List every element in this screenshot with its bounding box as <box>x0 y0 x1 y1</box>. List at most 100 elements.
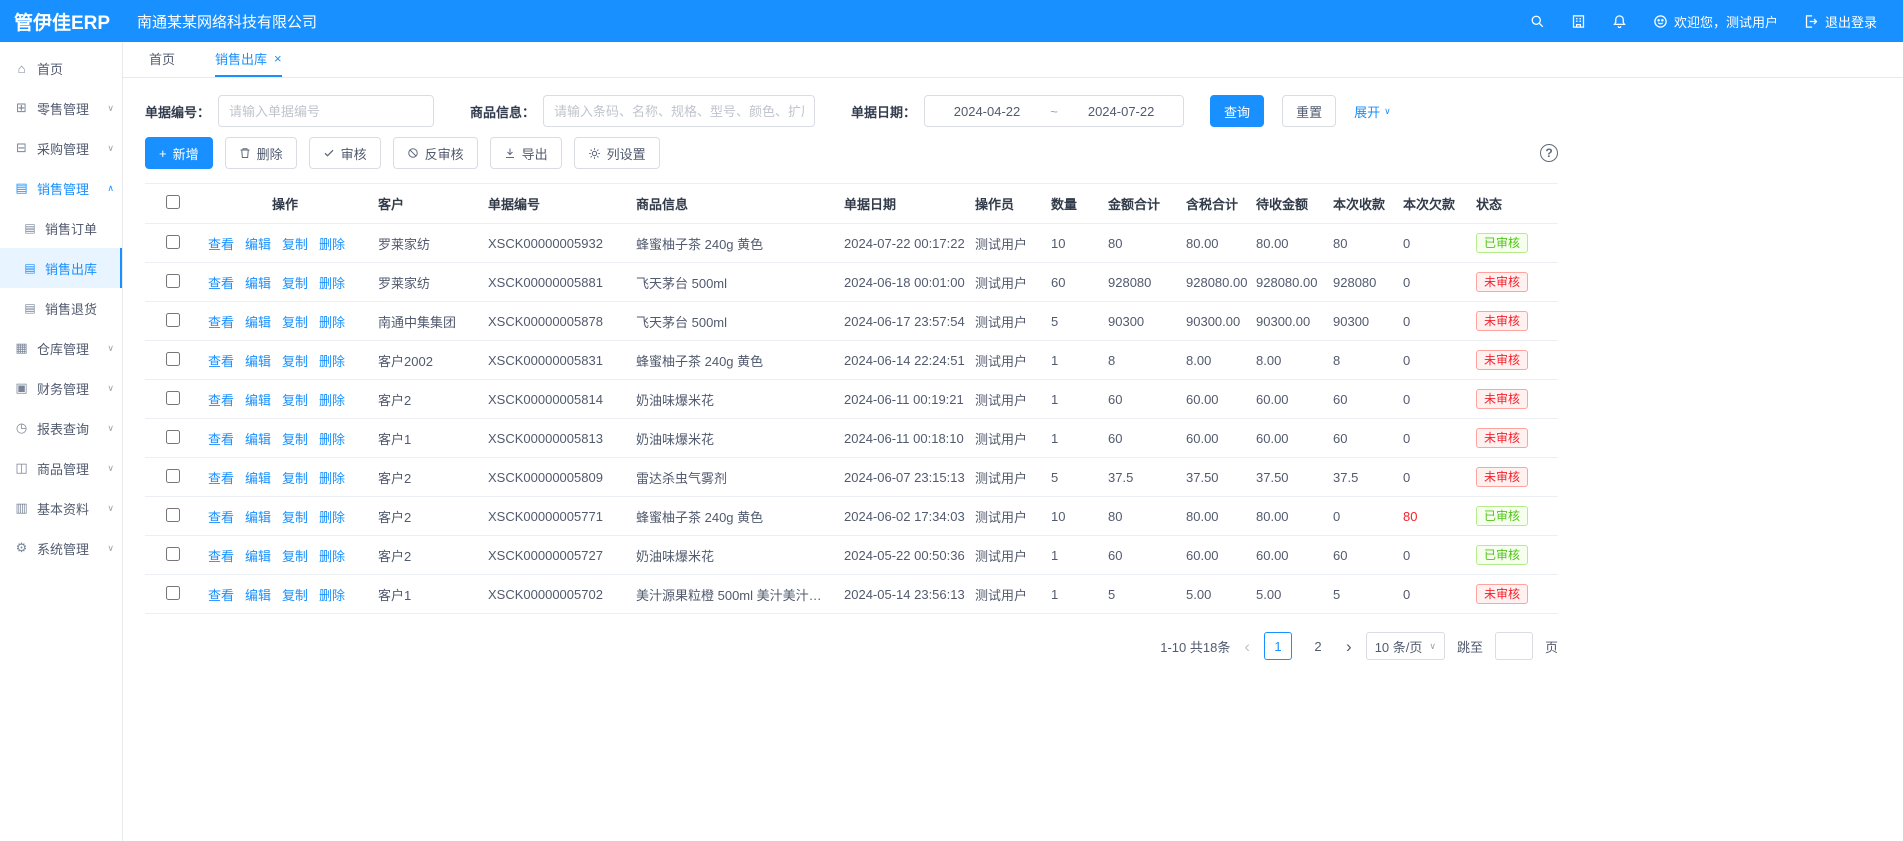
copy-link[interactable]: 复制 <box>282 549 308 564</box>
sidebar-item-finance[interactable]: ▣ 财务管理 ∨ <box>0 368 122 408</box>
edit-link[interactable]: 编辑 <box>245 315 271 330</box>
product-info-input[interactable] <box>543 95 815 127</box>
welcome-user[interactable]: 欢迎您，测试用户 <box>1653 12 1778 31</box>
operator-cell: 测试用户 <box>967 380 1043 419</box>
copy-link[interactable]: 复制 <box>282 471 308 486</box>
sidebar-item-sales-order[interactable]: ▤ 销售订单 <box>0 208 122 248</box>
view-link[interactable]: 查看 <box>208 432 234 447</box>
row-delete-link[interactable]: 删除 <box>319 510 345 525</box>
row-delete-link[interactable]: 删除 <box>319 588 345 603</box>
delete-button[interactable]: 删除 <box>225 137 297 169</box>
row-delete-link[interactable]: 删除 <box>319 432 345 447</box>
row-checkbox[interactable] <box>166 313 180 327</box>
page-size-select[interactable]: 10 条/页 ∨ <box>1366 632 1445 660</box>
row-checkbox[interactable] <box>166 508 180 522</box>
row-delete-link[interactable]: 删除 <box>319 549 345 564</box>
help-icon[interactable]: ? <box>1540 144 1558 162</box>
sidebar-item-home[interactable]: ⌂ 首页 <box>0 48 122 88</box>
copy-link[interactable]: 复制 <box>282 393 308 408</box>
copy-link[interactable]: 复制 <box>282 354 308 369</box>
column-settings-button[interactable]: 列设置 <box>574 137 660 169</box>
edit-link[interactable]: 编辑 <box>245 276 271 291</box>
sidebar-item-label: 销售管理 <box>37 179 89 198</box>
edit-link[interactable]: 编辑 <box>245 549 271 564</box>
close-icon[interactable]: × <box>274 51 282 66</box>
building-icon[interactable] <box>1571 14 1586 29</box>
owed-cell: 80 <box>1395 497 1468 536</box>
sidebar-item-basic-data[interactable]: ▥ 基本资料 ∨ <box>0 488 122 528</box>
copy-link[interactable]: 复制 <box>282 510 308 525</box>
approve-button[interactable]: 审核 <box>309 137 381 169</box>
row-checkbox[interactable] <box>166 586 180 600</box>
page-button-2[interactable]: 2 <box>1304 632 1332 660</box>
next-page-button[interactable]: › <box>1344 638 1354 655</box>
row-delete-link[interactable]: 删除 <box>319 237 345 252</box>
bell-icon[interactable] <box>1612 14 1627 29</box>
view-link[interactable]: 查看 <box>208 237 234 252</box>
copy-link[interactable]: 复制 <box>282 432 308 447</box>
unapprove-button[interactable]: 反审核 <box>393 137 478 169</box>
page-button-1[interactable]: 1 <box>1264 632 1292 660</box>
select-all-checkbox[interactable] <box>166 195 180 209</box>
row-delete-link[interactable]: 删除 <box>319 315 345 330</box>
date-range-picker[interactable]: 2024-04-22 ~ 2024-07-22 <box>924 95 1184 127</box>
tab-sales-outbound[interactable]: 销售出库 × <box>215 42 282 77</box>
tab-home[interactable]: 首页 <box>149 42 175 77</box>
copy-link[interactable]: 复制 <box>282 588 308 603</box>
edit-link[interactable]: 编辑 <box>245 588 271 603</box>
sidebar-item-sales-outbound[interactable]: ▤ 销售出库 <box>0 248 122 288</box>
status-cell: 未审核 <box>1468 419 1558 458</box>
edit-link[interactable]: 编辑 <box>245 432 271 447</box>
row-checkbox[interactable] <box>166 547 180 561</box>
sidebar-item-purchase[interactable]: ⊟ 采购管理 ∨ <box>0 128 122 168</box>
copy-link[interactable]: 复制 <box>282 237 308 252</box>
sidebar-item-reports[interactable]: ◷ 报表查询 ∨ <box>0 408 122 448</box>
sidebar-item-system[interactable]: ⚙ 系统管理 ∨ <box>0 528 122 568</box>
view-link[interactable]: 查看 <box>208 276 234 291</box>
edit-link[interactable]: 编辑 <box>245 393 271 408</box>
topbar-actions: 欢迎您，测试用户 退出登录 <box>1530 12 1903 31</box>
row-checkbox[interactable] <box>166 352 180 366</box>
edit-link[interactable]: 编辑 <box>245 354 271 369</box>
view-link[interactable]: 查看 <box>208 315 234 330</box>
jump-page-input[interactable] <box>1495 632 1533 660</box>
add-button[interactable]: + 新增 <box>145 137 213 169</box>
date-end[interactable]: 2024-07-22 <box>1088 104 1155 119</box>
view-link[interactable]: 查看 <box>208 354 234 369</box>
row-delete-link[interactable]: 删除 <box>319 471 345 486</box>
prev-page-button[interactable]: ‹ <box>1242 638 1252 655</box>
row-checkbox[interactable] <box>166 469 180 483</box>
expand-link[interactable]: 展开 ∨ <box>1354 102 1391 121</box>
edit-link[interactable]: 编辑 <box>245 510 271 525</box>
row-delete-link[interactable]: 删除 <box>319 354 345 369</box>
order-no-input[interactable] <box>218 95 434 127</box>
view-link[interactable]: 查看 <box>208 393 234 408</box>
sidebar-item-sales[interactable]: ▤ 销售管理 ∧ <box>0 168 122 208</box>
logout-button[interactable]: 退出登录 <box>1804 12 1877 31</box>
edit-link[interactable]: 编辑 <box>245 237 271 252</box>
search-icon[interactable] <box>1530 14 1545 29</box>
row-delete-link[interactable]: 删除 <box>319 393 345 408</box>
product-cell: 奶油味爆米花 <box>628 536 836 575</box>
row-checkbox[interactable] <box>166 430 180 444</box>
tax-total-cell: 928080.00 <box>1178 263 1248 302</box>
copy-link[interactable]: 复制 <box>282 276 308 291</box>
sidebar-item-sales-return[interactable]: ▤ 销售退货 <box>0 288 122 328</box>
date-start[interactable]: 2024-04-22 <box>954 104 1021 119</box>
edit-link[interactable]: 编辑 <box>245 471 271 486</box>
row-checkbox[interactable] <box>166 391 180 405</box>
sidebar-item-products[interactable]: ◫ 商品管理 ∨ <box>0 448 122 488</box>
sidebar-item-warehouse[interactable]: ▦ 仓库管理 ∨ <box>0 328 122 368</box>
copy-link[interactable]: 复制 <box>282 315 308 330</box>
view-link[interactable]: 查看 <box>208 549 234 564</box>
row-checkbox[interactable] <box>166 235 180 249</box>
export-button[interactable]: 导出 <box>490 137 562 169</box>
search-button[interactable]: 查询 <box>1210 95 1264 127</box>
row-delete-link[interactable]: 删除 <box>319 276 345 291</box>
row-checkbox[interactable] <box>166 274 180 288</box>
view-link[interactable]: 查看 <box>208 588 234 603</box>
reset-button[interactable]: 重置 <box>1282 95 1336 127</box>
view-link[interactable]: 查看 <box>208 471 234 486</box>
sidebar-item-retail[interactable]: ⊞ 零售管理 ∨ <box>0 88 122 128</box>
view-link[interactable]: 查看 <box>208 510 234 525</box>
